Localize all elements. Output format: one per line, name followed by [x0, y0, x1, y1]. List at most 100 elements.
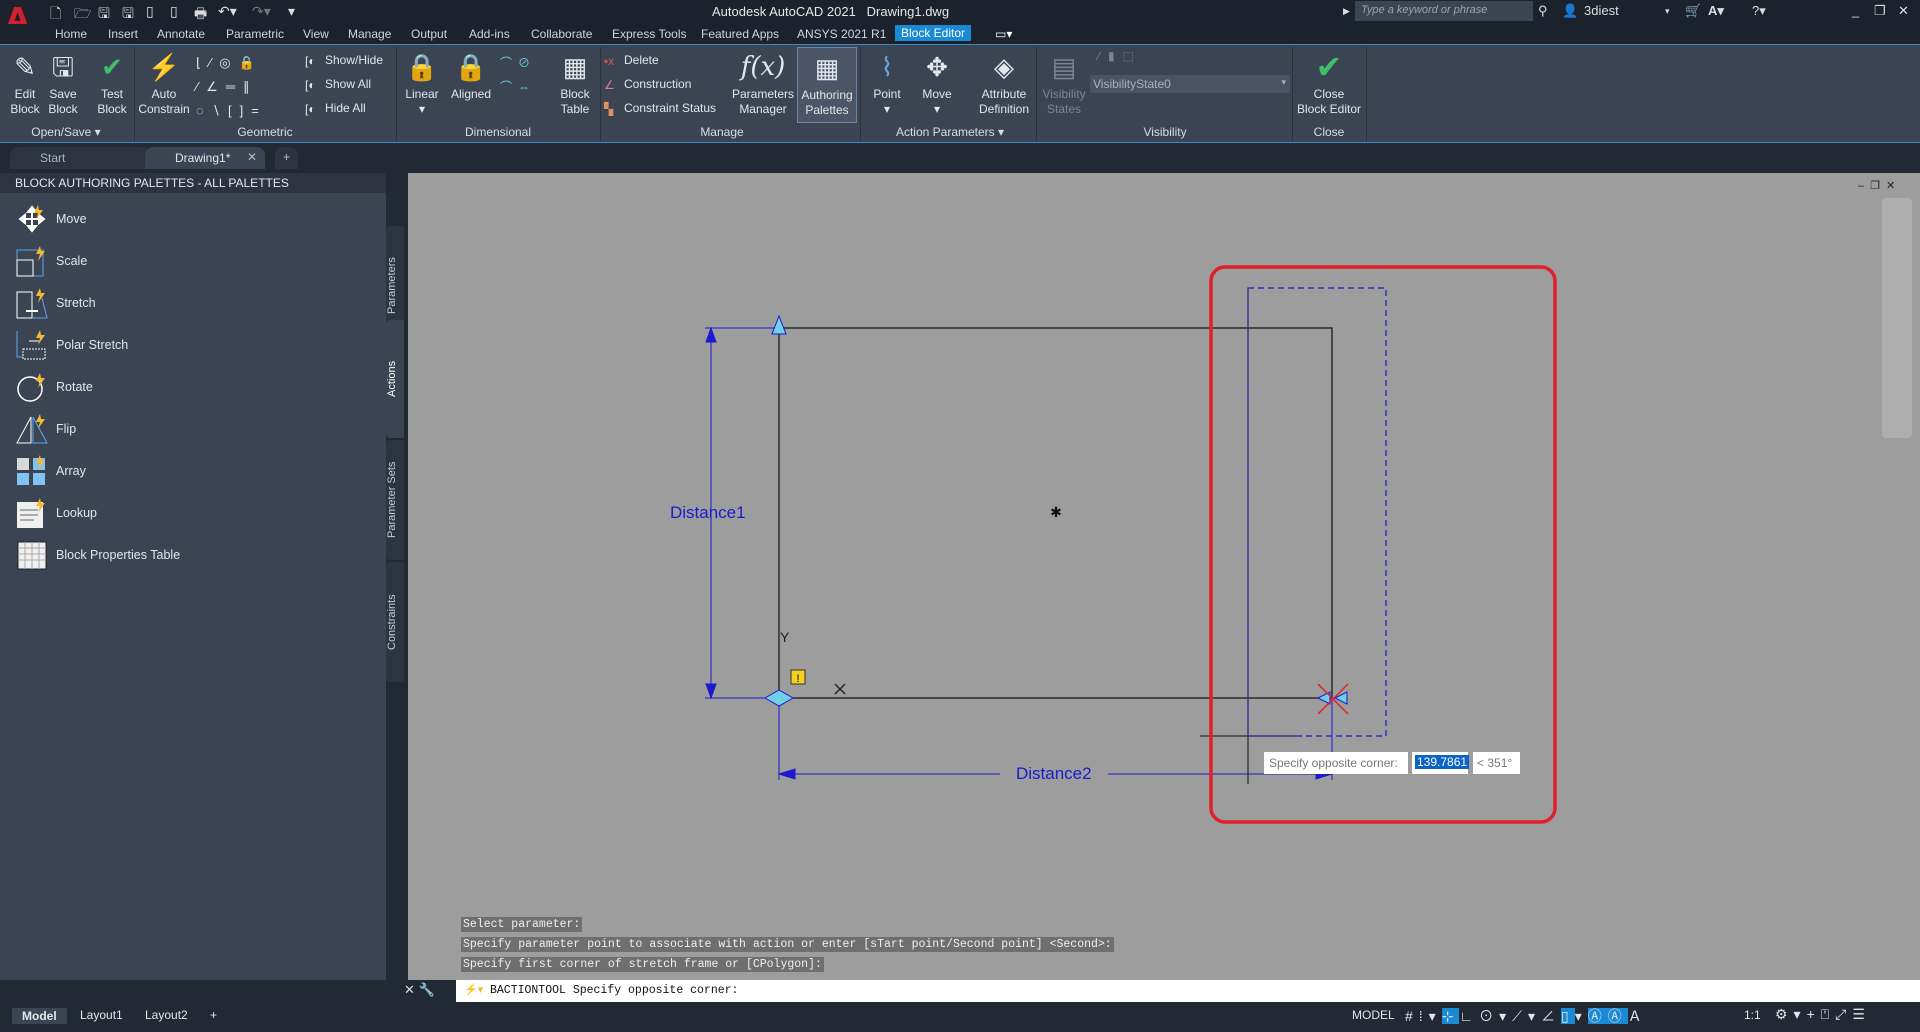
redo-icon[interactable]: ↷▾ — [252, 3, 271, 20]
tab-annotate[interactable]: Annotate — [157, 27, 205, 41]
search-icon[interactable]: ⚲ — [1538, 3, 1548, 19]
panel-close[interactable]: Close — [1294, 125, 1364, 139]
tab-featured-apps[interactable]: Featured Apps — [701, 27, 779, 41]
edit-block-button[interactable]: ✎ Edit Block — [6, 47, 44, 117]
tab-home[interactable]: Home — [55, 27, 87, 41]
user-name[interactable]: 3diest — [1584, 3, 1619, 18]
user-dropdown-icon[interactable]: ▾ — [1665, 6, 1670, 17]
customize-qat-icon[interactable]: ▾ — [288, 3, 295, 20]
distance1-label[interactable]: Distance1 — [670, 503, 746, 523]
save-web-icon[interactable]: ▯ — [170, 3, 178, 20]
close-command-icon[interactable]: ✕ — [404, 982, 415, 997]
dynamic-input-value[interactable]: 139.7861 — [1412, 752, 1470, 774]
tab-view[interactable]: View — [303, 27, 329, 41]
move-button[interactable]: ✥ Move ▾ — [916, 47, 958, 117]
tab-ansys[interactable]: ANSYS 2021 R1 — [797, 27, 886, 41]
construction-button[interactable]: ∠ Construction — [604, 77, 691, 92]
save-block-button[interactable]: 🖫 Save Block — [44, 47, 82, 117]
file-tab-drawing1[interactable]: Drawing1* ✕ — [145, 147, 265, 169]
new-tab-button[interactable]: + — [275, 147, 299, 169]
panel-open-save[interactable]: Open/Save ▾ — [0, 125, 132, 139]
constraint-status-button[interactable]: ▚ Constraint Status — [604, 101, 716, 116]
tab-parametric[interactable]: Parametric — [226, 27, 284, 41]
close-icon[interactable]: ✕ — [1898, 3, 1909, 19]
close-tab-icon[interactable]: ✕ — [247, 150, 257, 164]
tab-collaborate[interactable]: Collaborate — [531, 27, 592, 41]
panel-manage[interactable]: Manage — [602, 125, 842, 139]
authoring-palettes-button[interactable]: ▦ Authoring Palettes — [797, 47, 857, 123]
annotation-scale[interactable]: 1:1 — [1744, 1008, 1761, 1022]
command-input[interactable]: ⚡▾ BACTIONTOOL Specify opposite corner: — [456, 980, 1920, 1002]
palette-item-block-properties-table[interactable]: Block Properties Table — [16, 537, 180, 573]
hide-all-button[interactable]: [◐ Hide All — [305, 101, 366, 116]
linear-button[interactable]: 🔒 Linear ▾ — [402, 47, 442, 117]
autodesk-a360-icon[interactable]: A▾ — [1708, 3, 1724, 19]
distance2-label[interactable]: Distance2 — [1012, 764, 1096, 784]
tab-output[interactable]: Output — [411, 27, 447, 41]
viewport-controls[interactable]: –❐✕ — [1858, 179, 1901, 192]
open-web-icon[interactable]: ▯ — [146, 3, 154, 20]
file-tab-start[interactable]: Start — [10, 147, 150, 169]
panel-visibility[interactable]: Visibility — [1038, 125, 1292, 139]
command-line-controls[interactable]: ✕ 🔧 — [400, 980, 456, 1002]
workspace-toggle-icon[interactable]: ▭▾ — [995, 27, 1012, 41]
palette-item-scale[interactable]: Scale — [16, 243, 87, 279]
palette-item-move[interactable]: Move — [16, 201, 87, 237]
dimensional-constraints-grid[interactable]: ⌒⊘ ⌒⇔ — [500, 51, 536, 99]
palette-item-rotate[interactable]: Rotate — [16, 369, 93, 405]
side-tab-parameter-sets[interactable]: Parameter Sets — [386, 440, 404, 560]
tab-add-ins[interactable]: Add-ins — [469, 27, 510, 41]
customize-wrench-icon[interactable]: 🔧 — [419, 982, 435, 997]
model-space-button[interactable]: MODEL — [1352, 1008, 1395, 1022]
attribute-definition-button[interactable]: ◈ Attribute Definition — [974, 47, 1034, 117]
visibility-tools[interactable]: ⁄▮⬚ — [1098, 49, 1142, 63]
tab-insert[interactable]: Insert — [108, 27, 138, 41]
drawing-area[interactable]: ! ✱ Distance1 Distance2 Y Specify opposi… — [408, 173, 1920, 981]
expand-search-icon[interactable]: ▶ — [1343, 6, 1350, 17]
aligned-button[interactable]: 🔒 Aligned — [448, 47, 494, 102]
panel-action-parameters[interactable]: Action Parameters ▾ — [862, 125, 1038, 139]
tab-manage[interactable]: Manage — [348, 27, 391, 41]
command-recent-icon[interactable]: ⚡▾ — [464, 983, 483, 996]
palette-item-stretch[interactable]: Stretch — [16, 285, 96, 321]
help-icon[interactable]: ?▾ — [1752, 3, 1766, 19]
auto-constrain-button[interactable]: ⚡ Auto Constrain — [137, 47, 191, 117]
search-input[interactable]: Type a keyword or phrase — [1355, 1, 1533, 21]
panel-dimensional[interactable]: Dimensional — [398, 125, 598, 139]
cart-icon[interactable]: 🛒 — [1685, 3, 1701, 19]
point-button[interactable]: ⌇ Point ▾ — [866, 47, 908, 117]
side-tab-actions[interactable]: Actions — [386, 320, 404, 438]
minimize-icon[interactable]: _ — [1852, 3, 1859, 18]
visibility-states-button[interactable]: ▤ Visibility States — [1038, 47, 1090, 117]
palette-title[interactable]: BLOCK AUTHORING PALETTES - ALL PALETTES — [0, 173, 386, 193]
tab-block-editor[interactable]: Block Editor — [895, 25, 972, 41]
show-all-button[interactable]: [◐ Show All — [305, 77, 371, 92]
panel-geometric[interactable]: Geometric — [136, 125, 394, 139]
palette-item-lookup[interactable]: Lookup — [16, 495, 97, 531]
test-block-button[interactable]: ✔ Test Block — [92, 47, 132, 117]
delete-button[interactable]: ▪x Delete — [604, 53, 659, 68]
palette-item-polar-stretch[interactable]: Polar Stretch — [16, 327, 128, 363]
add-layout-icon[interactable]: + — [210, 1008, 217, 1022]
restore-icon[interactable]: ❐ — [1874, 3, 1886, 19]
dynamic-input-angle[interactable]: < 351° — [1473, 752, 1520, 774]
palette-item-array[interactable]: Array — [16, 453, 86, 489]
visibility-state-select[interactable]: VisibilityState0 ▾ — [1090, 75, 1290, 93]
status-toggles[interactable]: #⁞▾⊹∟⊙▾⟋▾∠▯▾ⒶⒶＡ — [1405, 1006, 1648, 1026]
status-tools[interactable]: ⚙▾+⍞⤢☰ — [1775, 1006, 1871, 1023]
block-table-button[interactable]: ▦ Block Table — [554, 47, 596, 117]
geometric-constraints-grid[interactable]: ⌊⁄◎🔒 ∕∠═∥ ◌∖[]= — [196, 51, 286, 123]
polar-stretch-action-icon — [16, 330, 46, 360]
show-hide-button[interactable]: [◐ Show/Hide — [305, 53, 383, 68]
navigation-bar[interactable] — [1882, 198, 1912, 438]
label: Visibility States — [1042, 87, 1086, 116]
tab-express-tools[interactable]: Express Tools — [612, 27, 686, 41]
parameters-manager-button[interactable]: f(x) Parameters Manager — [732, 47, 794, 117]
undo-icon[interactable]: ↶▾ — [218, 3, 237, 20]
close-block-editor-button[interactable]: ✔ Close Block Editor — [1294, 47, 1364, 117]
palette-item-flip[interactable]: Flip — [16, 411, 76, 447]
side-tab-constraints[interactable]: Constraints — [386, 562, 404, 682]
layout-tab-layout2[interactable]: Layout2 — [145, 1008, 188, 1022]
layout-tab-model[interactable]: Model — [12, 1008, 67, 1024]
layout-tab-layout1[interactable]: Layout1 — [80, 1008, 123, 1022]
